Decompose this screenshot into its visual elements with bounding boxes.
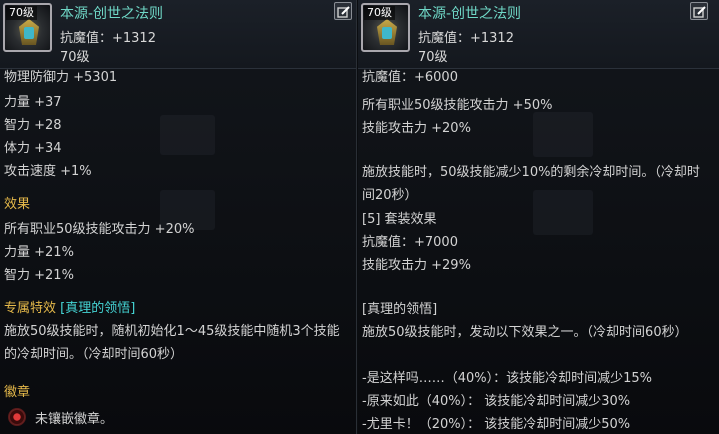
effect-option: -尤里卡！（20%）： 该技能冷却时间减少50% <box>362 417 631 432</box>
stat-line: 抗魔值：+7000 <box>362 235 458 250</box>
effect-line: 智力 +21% <box>4 268 74 283</box>
section-title: 徽章 <box>4 385 31 400</box>
tooltip-header: 70级 本源-创世之法则 抗魔值：+1312 70级 <box>0 0 356 69</box>
stat-line: 体力 +34 <box>4 141 62 156</box>
compare-button[interactable] <box>334 2 352 20</box>
effect-line: 所有职业50级技能攻击力 +20% <box>4 222 195 237</box>
special-effect-name: [真理的领悟] <box>362 302 438 317</box>
special-effect-name: [真理的领悟] <box>60 301 136 316</box>
skill-effect-line: 施放技能时，50级技能减少10%的剩余冷却时间。（冷却时间20秒） <box>362 165 700 203</box>
edit-icon <box>337 6 350 18</box>
compare-button[interactable] <box>690 2 708 20</box>
special-description: 施放50级技能时，发动以下效果之一。（冷却时间60秒） <box>362 325 688 340</box>
section-title: 效果 <box>4 197 31 212</box>
level-tag: 70级 <box>6 6 37 20</box>
item-name: 本源-创世之法则 <box>418 6 522 22</box>
armor-icon: 70级 <box>361 3 410 52</box>
special-header: 专属特效 [真理的领悟] <box>4 297 135 316</box>
section-title: 专属特效 <box>4 301 57 316</box>
emblem-text: 未镶嵌徽章。 <box>35 412 114 427</box>
level-tag: 70级 <box>364 6 395 20</box>
armor-icon: 70级 <box>3 3 52 52</box>
effect-option: -是这样吗……（40%）：该技能冷却时间减少15% <box>362 371 652 386</box>
item-tooltip-right: 70级 本源-创世之法则 抗魔值：+1312 70级 抗魔值：+6000 所有职… <box>358 0 719 434</box>
item-tooltip-left: 70级 本源-创世之法则 抗魔值：+1312 70级 物理防御力 +5301 力… <box>0 0 357 434</box>
stat-line: 智力 +28 <box>4 118 62 133</box>
background-art <box>160 115 215 155</box>
stat-line: 攻击速度 +1% <box>4 164 92 179</box>
tooltip-header: 70级 本源-创世之法则 抗魔值：+1312 70级 <box>358 0 719 69</box>
special-description: 施放50级技能时，随机初始化1～45级技能中随机3个技能的冷却时间。（冷却时间6… <box>4 324 340 362</box>
item-level: 70级 <box>60 50 90 65</box>
set-bonus-title: [5] 套装效果 <box>362 212 437 227</box>
background-art <box>533 112 593 157</box>
item-name: 本源-创世之法则 <box>60 6 164 22</box>
stat-line: 技能攻击力 +29% <box>362 258 471 273</box>
effect-line: 力量 +21% <box>4 245 74 260</box>
effect-option: -原来如此（40%）： 该技能冷却时间减少30% <box>362 394 631 409</box>
magic-resist-stat: 抗魔值：+1312 <box>418 31 514 46</box>
edit-icon <box>693 6 706 18</box>
stat-line: 技能攻击力 +20% <box>362 121 471 136</box>
stat-line: 所有职业50级技能攻击力 +50% <box>362 98 553 113</box>
emblem-slot-icon <box>8 408 26 426</box>
item-level: 70级 <box>418 50 448 65</box>
stat-line: 力量 +37 <box>4 95 62 110</box>
magic-resist-stat: 抗魔值：+1312 <box>60 31 156 46</box>
